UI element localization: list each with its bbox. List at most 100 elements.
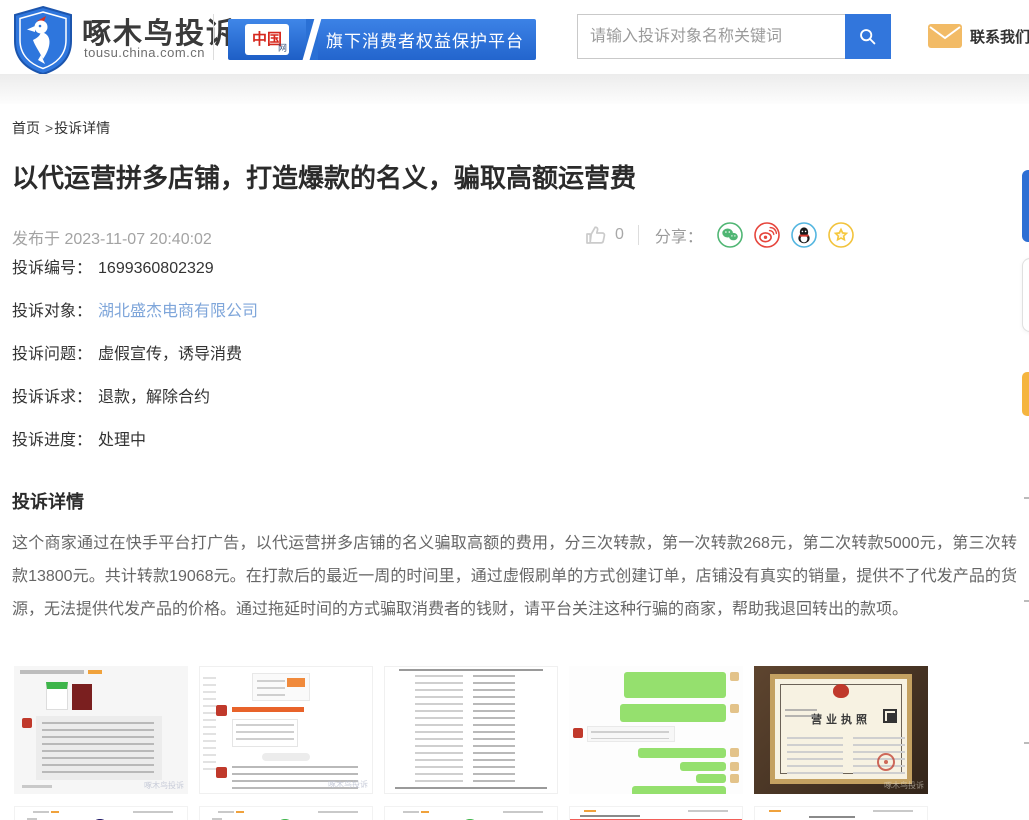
thumb-watermark: 啄木鸟投诉 xyxy=(328,779,368,790)
thumb-deco xyxy=(22,785,52,788)
attachment-thumbnail-wechat-chat[interactable] xyxy=(569,666,743,794)
search-button[interactable] xyxy=(845,14,891,59)
status-bar-marks xyxy=(688,810,728,812)
status-bar-marks xyxy=(133,811,173,813)
attachment-thumbnail-partial-5[interactable] xyxy=(754,806,928,820)
chat-bubble-green xyxy=(624,672,726,698)
field-complaint-number: 投诉编号： 1699360802329 xyxy=(12,247,258,290)
share-wechat-icon[interactable] xyxy=(717,222,743,248)
thumb-avatar xyxy=(730,748,739,757)
attachment-thumbnail-chat-1[interactable]: 啄木鸟投诉 xyxy=(14,666,188,794)
license-frame: 营业执照 xyxy=(770,674,912,784)
banner-slash-divider xyxy=(306,19,318,60)
field-value: 退款，解除合约 xyxy=(98,389,210,406)
share-qq-icon[interactable] xyxy=(791,222,817,248)
chat-bubble-green xyxy=(620,704,726,722)
search-input[interactable] xyxy=(577,14,845,59)
attachment-thumbnail-chat-2[interactable]: 啄木鸟投诉 xyxy=(199,666,373,794)
floating-widget-yellow[interactable] xyxy=(1022,372,1029,416)
attachment-thumbnail-transfer-list[interactable] xyxy=(384,666,558,794)
header-bottom-strip xyxy=(0,74,1029,104)
field-label: 投诉编号： xyxy=(12,260,92,277)
attachment-thumbnail-partial-4[interactable] xyxy=(569,806,743,820)
site-logo-shield-icon[interactable] xyxy=(10,5,76,75)
thumb-avatar xyxy=(730,672,739,681)
thumbs-up-icon[interactable] xyxy=(584,223,608,247)
license-qr-code xyxy=(883,709,897,723)
status-bar-marks xyxy=(580,815,640,817)
breadcrumb-current: 投诉详情 xyxy=(54,120,110,136)
breadcrumb-home[interactable]: 首页 xyxy=(12,120,40,136)
thumb-product-image xyxy=(72,684,92,710)
thumb-text-lines xyxy=(236,724,294,744)
header-divider xyxy=(213,14,214,60)
thumb-pill xyxy=(262,753,310,761)
thumb-text-lines xyxy=(257,680,285,696)
license-text-lines xyxy=(787,737,843,777)
attachment-thumbnail-partial-3[interactable] xyxy=(384,806,558,820)
field-value: 虚假宣传，诱导消费 xyxy=(98,346,242,363)
thumb-deco xyxy=(20,670,84,674)
status-bar-marks xyxy=(403,811,419,813)
thumb-avatar xyxy=(216,767,227,778)
thumb-avatar xyxy=(22,718,32,728)
thumb-text-block xyxy=(36,716,162,780)
thumb-avatar xyxy=(730,704,739,713)
license-red-stamp xyxy=(877,753,895,771)
thumb-watermark: 啄木鸟投诉 xyxy=(144,780,184,791)
complaint-detail-text: 这个商家通过在快手平台打广告，以代运营拼多店铺的名义骗取高额的费用，分三次转款，… xyxy=(12,527,1017,626)
thumb-deco xyxy=(287,678,305,687)
site-header: 啄木鸟投诉 tousu.china.com.cn 中国 网 旗下消费者权益保护平… xyxy=(0,0,1029,74)
chat-bubble-green xyxy=(680,762,726,771)
share-label: 分享： xyxy=(655,223,703,247)
meta-row: 发布于 2023-11-07 20:40:02 0 分享： xyxy=(0,220,1029,250)
contact-us[interactable]: 联系我们：t xyxy=(928,24,1029,48)
status-bar-marks xyxy=(809,816,855,818)
thumb-product-image xyxy=(46,682,68,710)
status-bar-marks xyxy=(318,811,358,813)
field-complaint-progress: 投诉进度：处理中 xyxy=(12,419,258,462)
thumb-deco xyxy=(88,670,102,674)
company-link[interactable]: 湖北盛杰电商有限公司 xyxy=(98,303,258,320)
thumb-text-lines xyxy=(591,731,669,739)
scroll-marker xyxy=(1024,497,1029,499)
chat-bubble-white xyxy=(587,726,675,742)
field-complaint-target: 投诉对象： 湖北盛杰电商有限公司 xyxy=(12,290,258,333)
status-bar-marks xyxy=(33,811,49,813)
attachment-thumbnail-business-license[interactable]: 营业执照 啄木鸟投诉 xyxy=(754,666,928,794)
thumb-text-lines xyxy=(42,722,154,774)
floating-widget[interactable] xyxy=(1022,258,1029,332)
search-icon xyxy=(857,26,879,48)
field-value: 1699360802329 xyxy=(98,260,214,277)
contact-us-label[interactable]: 联系我们：t xyxy=(970,26,1029,47)
scroll-marker xyxy=(1024,742,1029,744)
thumb-avatar xyxy=(730,762,739,771)
scroll-marker xyxy=(1024,600,1029,602)
envelope-icon xyxy=(928,24,962,48)
field-label: 投诉对象： xyxy=(12,303,92,320)
thumb-record-lines xyxy=(415,675,463,787)
floating-complaint-button[interactable] xyxy=(1022,170,1029,242)
status-bar-marks xyxy=(769,810,781,812)
status-bar-marks xyxy=(421,811,429,813)
status-bar-marks xyxy=(873,810,913,812)
thumb-record-lines xyxy=(473,675,515,787)
search-bar xyxy=(577,14,891,59)
thumb-avatar xyxy=(730,774,739,783)
attachment-thumbnail-partial-1[interactable] xyxy=(14,806,188,820)
status-bar-marks xyxy=(584,810,596,812)
share-weibo-icon[interactable] xyxy=(754,222,780,248)
thumb-orange-heading xyxy=(232,707,304,712)
share-qzone-icon[interactable] xyxy=(828,222,854,248)
field-label: 投诉进度： xyxy=(12,432,92,449)
detail-section-heading: 投诉详情 xyxy=(12,488,84,514)
thumb-table xyxy=(232,719,298,747)
banner-tagline: 旗下消费者权益保护平台 xyxy=(318,19,536,60)
thumb-card xyxy=(252,673,310,701)
license-text-lines xyxy=(785,709,817,719)
field-label: 投诉问题： xyxy=(12,346,92,363)
complaint-detail-page: 啄木鸟投诉 tousu.china.com.cn 中国 网 旗下消费者权益保护平… xyxy=(0,0,1029,820)
attachment-thumbnail-partial-2[interactable] xyxy=(199,806,373,820)
share-icon-group xyxy=(717,222,854,248)
breadcrumb-separator: > xyxy=(45,120,53,136)
